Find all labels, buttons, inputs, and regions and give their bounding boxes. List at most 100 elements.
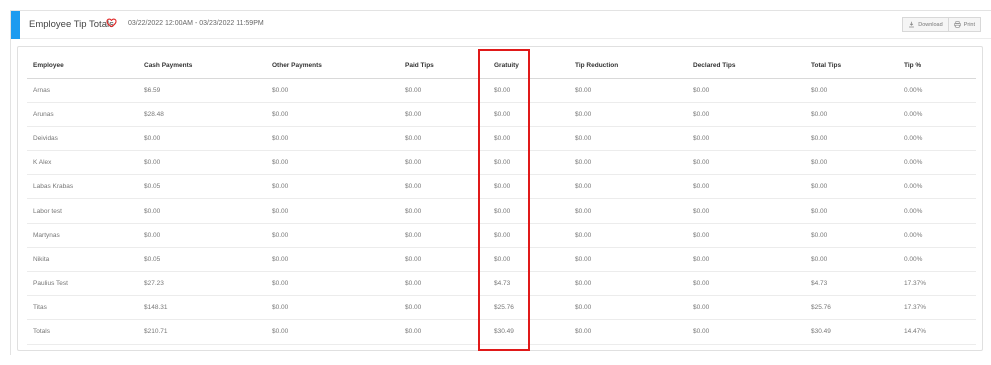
table-cell: 17.37% [898, 271, 976, 297]
table-cell: $0.00 [488, 174, 569, 200]
column-header[interactable]: Total Tips [805, 54, 898, 79]
table-cell: $30.49 [805, 319, 898, 345]
table-cell: $0.00 [399, 198, 488, 224]
heart-outline-icon[interactable] [106, 17, 117, 28]
table-cell: Martynas [27, 223, 138, 248]
column-header[interactable]: Other Payments [266, 54, 399, 79]
table-cell: $0.00 [399, 126, 488, 152]
table-cell: $0.00 [488, 223, 569, 248]
table-cell: $0.00 [266, 198, 399, 224]
table-cell: $0.00 [569, 102, 687, 127]
column-header[interactable]: Gratuity [488, 54, 569, 79]
table-cell: 0.00% [898, 174, 976, 200]
table-cell: 0.00% [898, 102, 976, 127]
table-cell: $210.71 [138, 319, 266, 345]
table-cell: $0.00 [687, 223, 805, 248]
table-cell: $0.00 [805, 198, 898, 224]
table-cell: 0.00% [898, 150, 976, 176]
table-cell: $0.00 [569, 295, 687, 321]
table-row: Paulius Test $27.23 $0.00 $0.00 $4.73 $0.00 $0… [27, 271, 976, 297]
totals-row: Totals $210.71 $0.00 $0.00 $30.49 $0.00 $0.00 $… [27, 319, 976, 345]
table-cell: 0.00% [898, 78, 976, 103]
table-cell: $0.00 [569, 150, 687, 176]
table-cell: $0.00 [687, 102, 805, 127]
table-cell: $0.00 [569, 198, 687, 224]
column-header[interactable]: Declared Tips [687, 54, 805, 79]
table-cell: $0.00 [569, 223, 687, 248]
print-button[interactable]: Print [948, 17, 981, 32]
table-cell: 0.00% [898, 126, 976, 152]
table-cell: $25.76 [488, 295, 569, 321]
table-cell: $4.73 [488, 271, 569, 297]
table-cell: $25.76 [805, 295, 898, 321]
column-header[interactable]: Tip Reduction [569, 54, 687, 79]
table-cell: $0.00 [569, 319, 687, 345]
table-cell: 0.00% [898, 223, 976, 248]
table-cell: 0.00% [898, 247, 976, 273]
table-cell: $0.00 [805, 174, 898, 200]
table-row: Deividas $0.00 $0.00 $0.00 $0.00 $0.00 $0.00 $0… [27, 126, 976, 152]
table-cell: $0.00 [687, 271, 805, 297]
table-cell: $6.59 [138, 78, 266, 103]
table-row: Labas Krabas $0.05 $0.00 $0.00 $0.00 $0.00 $0.… [27, 174, 976, 200]
tip-totals-table: Employee Cash Payments Other Payments Pa… [27, 54, 976, 345]
table-row: Nikita $0.05 $0.00 $0.00 $0.00 $0.00 $0.00 $0.0… [27, 247, 976, 273]
table-cell: $0.00 [266, 174, 399, 200]
table-cell: $0.05 [138, 247, 266, 273]
table-row: Titas $148.31 $0.00 $0.00 $25.76 $0.00 $0.00 $2… [27, 295, 976, 321]
table-cell: $0.00 [399, 295, 488, 321]
table-cell: Paulius Test [27, 271, 138, 297]
column-header[interactable]: Cash Payments [138, 54, 266, 79]
table-cell: $0.00 [569, 174, 687, 200]
table-cell: $0.00 [399, 150, 488, 176]
table-cell: $0.00 [569, 247, 687, 273]
table-cell: $0.00 [569, 126, 687, 152]
table-cell: $0.00 [399, 223, 488, 248]
table-cell: $0.00 [138, 126, 266, 152]
table-cell: $148.31 [138, 295, 266, 321]
table-cell: $0.05 [138, 174, 266, 200]
table-cell: $0.00 [399, 174, 488, 200]
report-title: Employee Tip Totals [29, 19, 114, 30]
accent-bar [11, 11, 20, 39]
table-row: K Alex $0.00 $0.00 $0.00 $0.00 $0.00 $0.00 $0.0… [27, 150, 976, 176]
table-cell: $0.00 [488, 150, 569, 176]
table-cell: $0.00 [488, 102, 569, 127]
table-cell: $0.00 [399, 319, 488, 345]
table-cell: $0.00 [687, 319, 805, 345]
table-cell: 14.47% [898, 319, 976, 345]
table-cell: $0.00 [138, 150, 266, 176]
table-cell: $0.00 [399, 78, 488, 103]
table-row: Martynas $0.00 $0.00 $0.00 $0.00 $0.00 $0.00 $0… [27, 223, 976, 248]
table-row: Arnas $6.59 $0.00 $0.00 $0.00 $0.00 $0.00 $0.00… [27, 78, 976, 103]
table-cell: $28.48 [138, 102, 266, 127]
column-header[interactable]: Tip % [898, 54, 976, 79]
table-cell: Totals [27, 319, 138, 345]
column-header[interactable]: Employee [27, 54, 138, 79]
table-cell: $0.00 [266, 271, 399, 297]
table-cell: $0.00 [805, 247, 898, 273]
download-button[interactable]: Download [902, 17, 949, 32]
table-cell: Deividas [27, 126, 138, 152]
report-header: Employee Tip Totals 03/22/2022 12:00AM -… [11, 11, 991, 39]
table-cell: $0.00 [687, 198, 805, 224]
column-header[interactable]: Paid Tips [399, 54, 488, 79]
table-cell: $0.00 [805, 223, 898, 248]
table-cell: $4.73 [805, 271, 898, 297]
table-cell: $27.23 [138, 271, 266, 297]
table-cell: $0.00 [687, 78, 805, 103]
table-cell: Labas Krabas [27, 174, 138, 200]
table-cell: $0.00 [805, 102, 898, 127]
table-cell: $0.00 [687, 150, 805, 176]
table-cell: $0.00 [266, 126, 399, 152]
report-actions: Download Print [902, 17, 981, 32]
download-label: Download [918, 21, 943, 28]
table-cell: $0.00 [687, 247, 805, 273]
table-cell: Nikita [27, 247, 138, 273]
table-cell: $0.00 [687, 174, 805, 200]
table-cell: K Alex [27, 150, 138, 176]
table-cell: $0.00 [805, 78, 898, 103]
print-label: Print [963, 21, 975, 28]
table-row: Arunas $28.48 $0.00 $0.00 $0.00 $0.00 $0.00 $0.… [27, 102, 976, 127]
table-cell: Labor test [27, 198, 138, 224]
